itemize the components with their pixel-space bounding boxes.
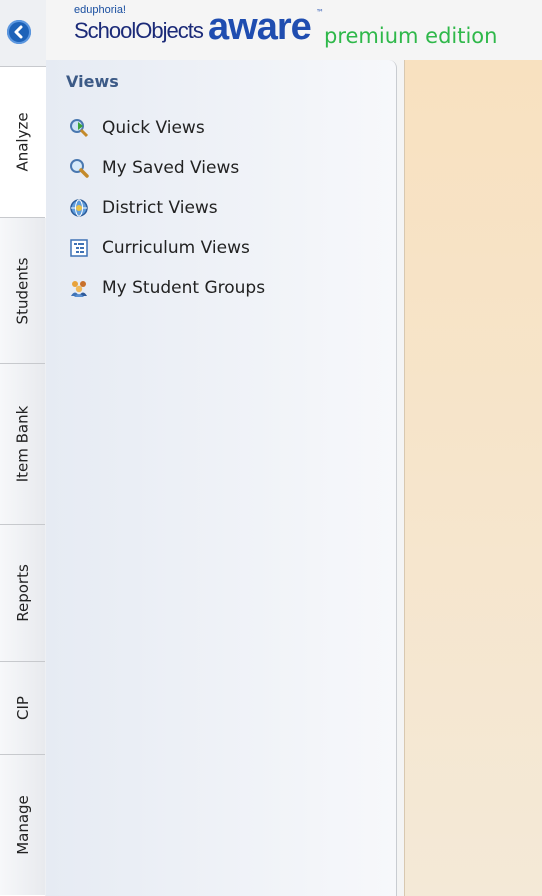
tab-students-label: Students — [13, 257, 32, 324]
tab-manage-label: Manage — [13, 795, 32, 855]
logo-edition: premium edition — [324, 24, 498, 48]
header: eduphoria! SchoolObjects aware ™ premium… — [46, 0, 542, 60]
quick-views-icon — [68, 117, 90, 139]
menu-item-label: My Student Groups — [102, 278, 266, 298]
logo-school-objects: SchoolObjects — [74, 18, 204, 43]
menu-item-quick-views[interactable]: Quick Views — [68, 108, 265, 148]
tab-item-bank-label: Item Bank — [13, 405, 32, 483]
logo-aware: aware — [208, 6, 312, 48]
tab-analyze[interactable]: Analyze — [0, 66, 47, 218]
group-icon — [68, 277, 90, 299]
tab-reports[interactable]: Reports — [0, 524, 45, 662]
content-area — [404, 60, 542, 896]
tab-cip-label: CIP — [13, 696, 32, 720]
tab-students[interactable]: Students — [0, 217, 45, 364]
menu-item-my-student-groups[interactable]: My Student Groups — [68, 268, 265, 308]
logo-trademark: ™ — [316, 8, 324, 17]
menu-item-label: Quick Views — [102, 118, 205, 138]
menu-item-curriculum-views[interactable]: Curriculum Views — [68, 228, 265, 268]
views-panel: Views Quick Views My Saved Views Distric… — [46, 60, 397, 896]
globe-icon — [68, 197, 90, 219]
vertical-tab-bar: Analyze Students Item Bank Reports CIP M… — [0, 0, 47, 896]
logo-eduphoria: eduphoria! — [74, 4, 126, 16]
menu-item-district-views[interactable]: District Views — [68, 188, 265, 228]
tab-reports-label: Reports — [13, 564, 32, 622]
tab-analyze-label: Analyze — [14, 112, 33, 172]
views-menu: Quick Views My Saved Views District View… — [68, 108, 265, 308]
menu-item-my-saved-views[interactable]: My Saved Views — [68, 148, 265, 188]
outline-tree-icon — [68, 237, 90, 259]
menu-item-label: Curriculum Views — [102, 238, 250, 258]
tab-cip[interactable]: CIP — [0, 661, 45, 755]
back-arrow-icon[interactable] — [7, 20, 31, 44]
menu-item-label: My Saved Views — [102, 158, 240, 178]
panel-title: Views — [66, 72, 119, 91]
tab-item-bank[interactable]: Item Bank — [0, 363, 45, 525]
magnifier-icon — [68, 157, 90, 179]
tab-manage[interactable]: Manage — [0, 754, 45, 896]
menu-item-label: District Views — [102, 198, 218, 218]
